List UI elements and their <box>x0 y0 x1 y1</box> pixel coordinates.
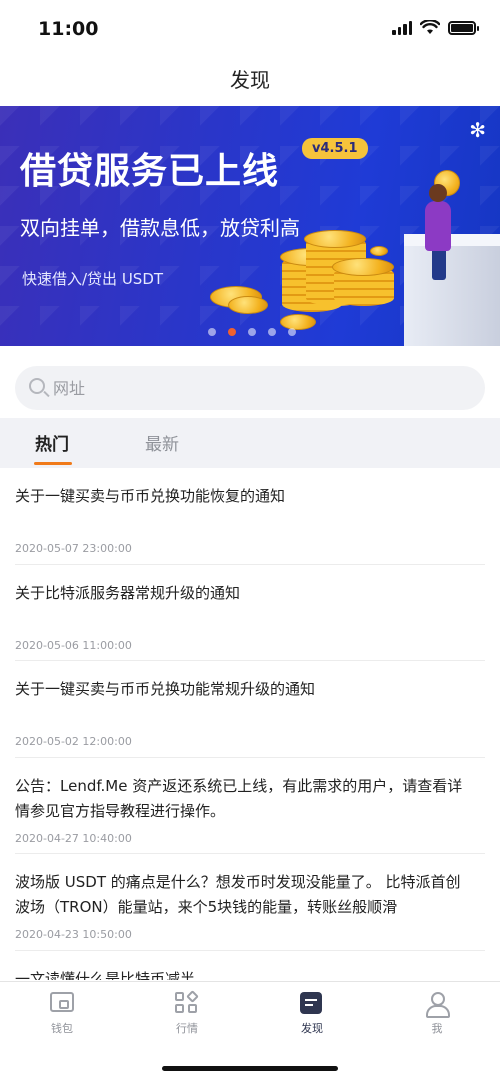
status-bar: 11:00 <box>0 0 500 56</box>
news-item[interactable]: 波场版 USDT 的痛点是什么？想发币时发现没能量了。 比特派首创波场（TRON… <box>15 854 485 951</box>
page-title: 发现 <box>230 68 270 92</box>
status-icons <box>392 20 479 35</box>
banner-page-dot[interactable] <box>248 328 256 336</box>
news-title: 关于比特派服务器常规升级的通知 <box>15 583 241 602</box>
profile-icon <box>425 992 450 1018</box>
search-icon <box>29 378 45 394</box>
banner-page-dot[interactable] <box>268 328 276 336</box>
wifi-icon <box>420 20 440 34</box>
banner-subtitle: 双向挂单，借款息低，放贷利高 <box>20 216 300 240</box>
tab-bar-label: 行情 <box>176 1022 198 1035</box>
news-date: 2020-04-27 10:40:00 <box>15 831 132 845</box>
news-title: 波场版 USDT 的痛点是什么？想发币时发现没能量了。 比特派首创波场（TRON… <box>15 873 461 916</box>
news-date: 2020-05-07 23:00:00 <box>15 542 132 555</box>
banner-version-badge: v4.5.1 <box>302 138 368 159</box>
tab-bar-item-me[interactable]: 我 <box>397 992 477 1036</box>
banner-page-dot[interactable] <box>288 328 296 336</box>
tab-hot[interactable]: 热门 <box>35 430 69 455</box>
tab-bar-label: 我 <box>431 1022 443 1035</box>
news-item[interactable]: 一文读懂什么是比特币减半 <box>15 951 485 981</box>
news-list: 关于一键买卖与币币兑换功能恢复的通知 2020-05-07 23:00:00 关… <box>0 468 500 980</box>
status-time: 11:00 <box>38 18 99 40</box>
news-item[interactable]: 关于一键买卖与币币兑换功能常规升级的通知 2020-05-02 12:00:00 <box>15 661 485 758</box>
promo-banner[interactable]: 借贷服务已上线 v4.5.1 双向挂单，借款息低，放贷利高 快速借入/贷出 US… <box>0 106 500 346</box>
tab-bar-label: 钱包 <box>51 1022 73 1035</box>
search-bar[interactable] <box>15 366 485 410</box>
news-date: 2020-05-02 12:00:00 <box>15 735 132 748</box>
bottom-tab-bar: 钱包 行情 发现 我 <box>0 981 500 1043</box>
home-indicator <box>162 1066 338 1071</box>
discover-icon <box>300 992 324 1014</box>
news-item[interactable]: 关于比特派服务器常规升级的通知 2020-05-06 11:00:00 <box>15 565 485 661</box>
news-date: 2020-04-23 10:50:00 <box>15 928 132 941</box>
tab-bar-item-discover[interactable]: 发现 <box>272 992 352 1036</box>
banner-pagination <box>208 328 296 336</box>
news-tabs: 热门 最新 <box>0 418 500 468</box>
tab-bar-label: 发现 <box>301 1022 323 1035</box>
battery-icon <box>448 20 479 35</box>
wallet-icon <box>50 992 74 1014</box>
tab-latest[interactable]: 最新 <box>145 430 179 455</box>
news-item[interactable]: 关于一键买卖与币币兑换功能恢复的通知 2020-05-07 23:00:00 <box>15 468 485 565</box>
banner-page-dot[interactable] <box>208 328 216 336</box>
banner-title: 借贷服务已上线 <box>20 151 280 192</box>
tab-bar-item-wallet[interactable]: 钱包 <box>22 992 102 1036</box>
news-title: 一文读懂什么是比特币减半 <box>15 969 196 981</box>
news-item[interactable]: 公告：Lendf.Me 资产返还系统已上线，有此需求的用户，请查看详情参见官方指… <box>15 758 485 854</box>
active-tab-indicator <box>34 462 72 465</box>
tab-bar-item-market[interactable]: 行情 <box>147 990 227 1036</box>
market-icon <box>175 990 199 1014</box>
news-title: 公告：Lendf.Me 资产返还系统已上线，有此需求的用户，请查看详情参见官方指… <box>15 776 463 820</box>
news-title: 关于一键买卖与币币兑换功能常规升级的通知 <box>15 680 316 698</box>
banner-page-dot-active[interactable] <box>228 328 236 336</box>
search-input[interactable] <box>53 366 473 410</box>
gear-icon: ✻ <box>469 118 486 142</box>
banner-note: 快速借入/贷出 USDT <box>22 270 164 288</box>
signal-icon <box>392 20 412 35</box>
news-title: 关于一键买卖与币币兑换功能恢复的通知 <box>15 487 286 505</box>
news-date: 2020-05-06 11:00:00 <box>15 638 132 652</box>
